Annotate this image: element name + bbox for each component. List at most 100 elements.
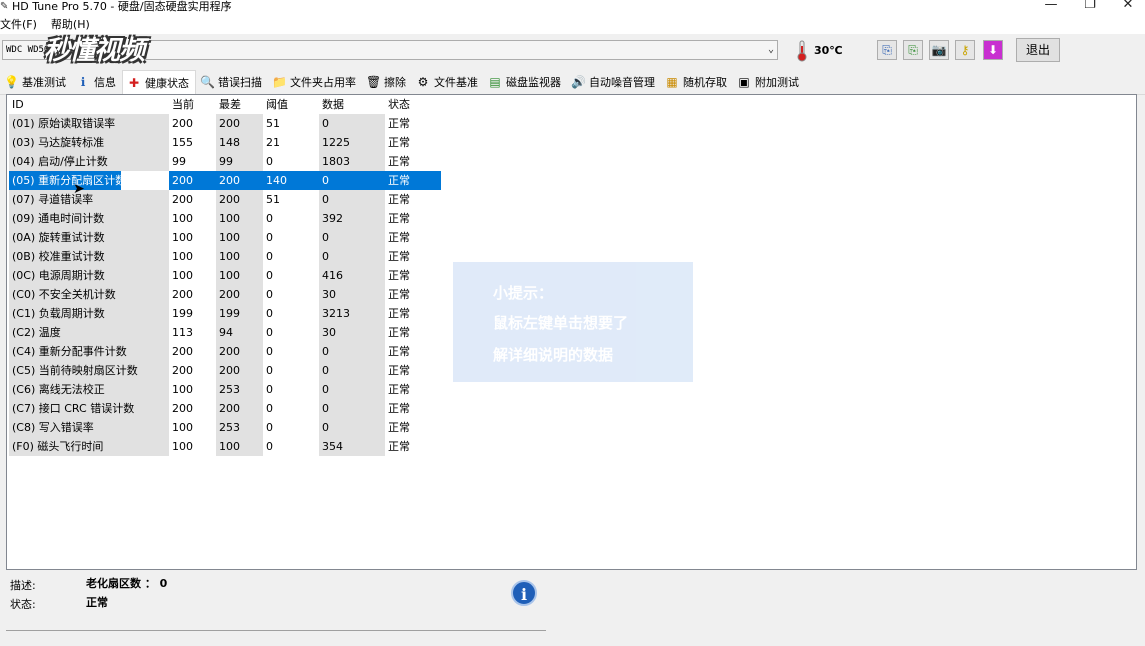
tab-label: 健康状态 <box>145 76 189 90</box>
menu-file[interactable]: 文件(F) <box>0 16 37 32</box>
table-row[interactable]: (C7) 接口 CRC 错误计数 200 200 0 0 正常 <box>9 399 441 418</box>
cell-worst: 253 <box>216 418 263 437</box>
tip-line-1: 鼠标左键单击想要了 <box>493 314 629 332</box>
tab-erase[interactable]: 🗑 擦除 <box>362 71 412 93</box>
cell-threshold: 0 <box>266 231 273 244</box>
cell-worst: 253 <box>216 380 263 399</box>
tab-aam[interactable]: 🔊 自动噪音管理 <box>567 71 661 93</box>
tab-error-scan[interactable]: 🔍 错误扫描 <box>196 71 268 93</box>
maximize-button[interactable]: ❐ <box>1072 0 1108 13</box>
cell-id: (03) 马达旋转标准 <box>9 133 169 152</box>
monitor-chart-icon: ▤ <box>489 75 501 89</box>
mouse-cursor-icon: ➤ <box>73 181 85 197</box>
status-label: 状态: <box>10 598 36 611</box>
cell-threshold: 0 <box>266 421 273 434</box>
table-row[interactable]: (01) 原始读取错误率 200 200 51 0 正常 <box>9 114 441 133</box>
cell-threshold: 0 <box>266 288 273 301</box>
table-row[interactable]: (C2) 温度 113 94 0 30 正常 <box>9 323 441 342</box>
cell-status: 正常 <box>385 171 441 190</box>
health-icon: ✚ <box>128 75 140 90</box>
screenshot-button[interactable]: 📷 <box>929 40 949 60</box>
title-bar: ✎ HD Tune Pro 5.70 - 硬盘/固态硬盘实用程序 — ❐ ✕ <box>0 0 1145 14</box>
cell-data: 1803 <box>319 152 385 171</box>
exit-button[interactable]: 退出 <box>1016 38 1060 62</box>
table-row[interactable]: (03) 马达旋转标准 155 148 21 1225 正常 <box>9 133 441 152</box>
table-row[interactable]: (C5) 当前待映射扇区计数 200 200 0 0 正常 <box>9 361 441 380</box>
column-header-status[interactable]: 状态 <box>385 95 441 114</box>
column-header-threshold[interactable]: 阈值 <box>263 95 319 114</box>
cell-status: 正常 <box>388 326 410 339</box>
tip-title: 小提示： <box>493 284 554 302</box>
cell-threshold: 0 <box>266 326 273 339</box>
cell-worst: 99 <box>216 152 263 171</box>
cell-data: 0 <box>319 171 385 190</box>
table-row[interactable]: (C0) 不安全关机计数 200 200 0 30 正常 <box>9 285 441 304</box>
table-row[interactable]: (C1) 负载周期计数 199 199 0 3213 正常 <box>9 304 441 323</box>
save-button[interactable]: ⬇ <box>983 40 1003 60</box>
cell-data: 0 <box>319 399 385 418</box>
column-header-current[interactable]: 当前 <box>169 95 216 114</box>
cell-status: 正常 <box>388 212 410 225</box>
minimize-button[interactable]: — <box>1033 0 1069 13</box>
copy-text-button[interactable]: ⎘ <box>877 40 897 60</box>
tab-file-benchmark[interactable]: ⚙ 文件基准 <box>412 71 484 93</box>
close-button[interactable]: ✕ <box>1110 0 1145 13</box>
table-row[interactable]: (0C) 电源周期计数 100 100 0 416 正常 <box>9 266 441 285</box>
key-icon: ⚷ <box>960 43 970 57</box>
cell-id: (05) 重新分配扇区计数 <box>9 171 121 190</box>
table-row[interactable]: (C4) 重新分配事件计数 200 200 0 0 正常 <box>9 342 441 361</box>
temperature-readout: 30℃ <box>814 44 843 57</box>
options-button[interactable]: ⚷ <box>955 40 975 60</box>
tab-info[interactable]: ℹ 信息 <box>72 71 122 93</box>
tab-disk-monitor[interactable]: ▤ 磁盘监视器 <box>484 71 567 93</box>
cell-current: 200 <box>172 402 193 415</box>
table-row[interactable]: (04) 启动/停止计数 99 99 0 1803 正常 <box>9 152 441 171</box>
table-row[interactable]: (0A) 旋转重试计数 100 100 0 0 正常 <box>9 228 441 247</box>
table-row[interactable]: (0B) 校准重试计数 100 100 0 0 正常 <box>9 247 441 266</box>
cell-current: 100 <box>172 421 193 434</box>
random-access-icon: ▦ <box>666 75 678 89</box>
tab-health[interactable]: ✚ 健康状态 <box>122 69 196 95</box>
divider <box>6 630 546 631</box>
cell-status: 正常 <box>388 383 410 396</box>
cell-id: (C5) 当前待映射扇区计数 <box>9 361 169 380</box>
table-row[interactable]: (09) 通电时间计数 100 100 0 392 正常 <box>9 209 441 228</box>
tab-random-access[interactable]: ▦ 随机存取 <box>661 71 733 93</box>
cell-worst: 100 <box>216 247 263 266</box>
cell-data: 30 <box>319 285 385 304</box>
tab-label: 错误扫描 <box>218 76 262 89</box>
cell-id: (09) 通电时间计数 <box>9 209 169 228</box>
cell-worst: 200 <box>216 342 263 361</box>
cell-current: 200 <box>172 193 193 206</box>
cell-data: 30 <box>319 323 385 342</box>
column-header-id[interactable]: ID <box>9 95 169 114</box>
tab-benchmark[interactable]: 💡 基准测试 <box>0 71 72 93</box>
column-header-worst[interactable]: 最差 <box>216 95 263 114</box>
cell-worst: 148 <box>216 133 263 152</box>
table-row[interactable]: (C8) 写入错误率 100 253 0 0 正常 <box>9 418 441 437</box>
info-icon: ℹ <box>80 75 86 89</box>
column-header-data[interactable]: 数据 <box>319 95 385 114</box>
trash-icon: 🗑 <box>366 75 382 89</box>
cell-status: 正常 <box>388 288 410 301</box>
cell-worst: 199 <box>216 304 263 323</box>
tab-folder-usage[interactable]: 📁 文件夹占用率 <box>268 71 362 93</box>
cell-current: 155 <box>172 136 193 149</box>
cell-current: 200 <box>172 364 193 377</box>
copy-image-button[interactable]: ⎘ <box>903 40 923 60</box>
table-row[interactable]: (C6) 离线无法校正 100 253 0 0 正常 <box>9 380 441 399</box>
cell-threshold: 0 <box>266 364 273 377</box>
cell-status: 正常 <box>388 231 410 244</box>
cell-worst: 100 <box>216 228 263 247</box>
cell-data: 0 <box>319 361 385 380</box>
cell-id: (0C) 电源周期计数 <box>9 266 169 285</box>
cell-threshold: 51 <box>266 193 280 206</box>
tab-extra-tests[interactable]: ▣ 附加测试 <box>733 71 805 93</box>
cell-worst: 94 <box>216 323 263 342</box>
status-value: 正常 <box>86 596 108 609</box>
table-header: ID 当前 最差 阈值 数据 状态 <box>9 95 441 114</box>
table-row[interactable]: (F0) 磁头飞行时间 100 100 0 354 正常 <box>9 437 441 456</box>
cell-id: (C7) 接口 CRC 错误计数 <box>9 399 169 418</box>
tab-label: 随机存取 <box>683 76 727 89</box>
cell-threshold: 51 <box>266 117 280 130</box>
